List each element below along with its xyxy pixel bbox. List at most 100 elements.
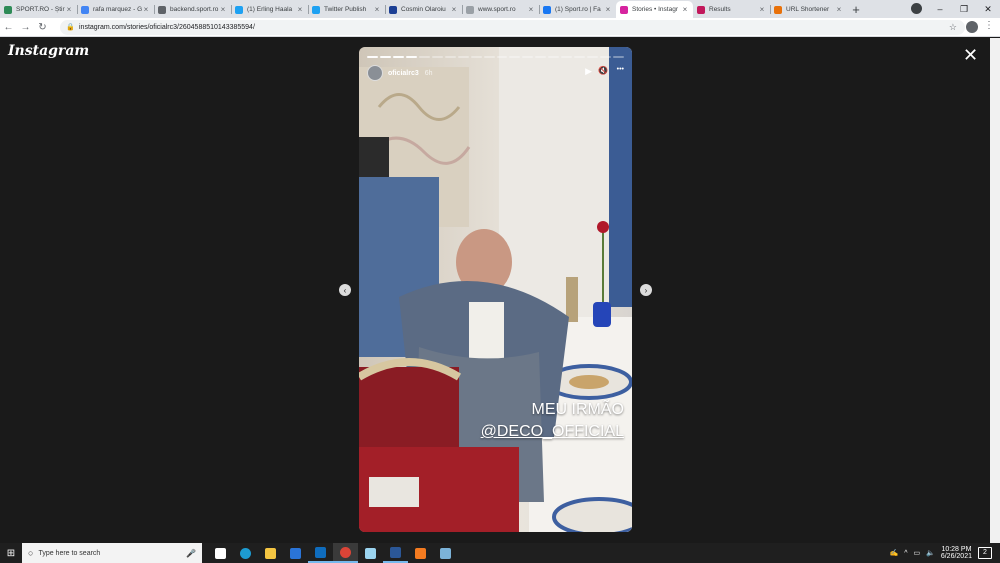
next-story-button[interactable]: › bbox=[640, 284, 652, 296]
tab-favicon-icon bbox=[774, 5, 782, 14]
url-text[interactable]: instagram.com/stories/oficialrc3/2604588… bbox=[79, 24, 255, 31]
tab-search-icon[interactable] bbox=[911, 3, 922, 14]
network-icon[interactable]: ▭ bbox=[914, 549, 921, 557]
story-username[interactable]: oficialrc3 bbox=[388, 70, 419, 77]
taskbar-task-view-icon[interactable] bbox=[208, 543, 233, 563]
tab-title: SPORT.RO - Știri bbox=[16, 6, 65, 13]
taskbar-edge-icon[interactable] bbox=[233, 543, 258, 563]
microphone-icon[interactable]: 🎤 bbox=[186, 549, 196, 558]
tab-favicon-icon bbox=[4, 5, 12, 14]
browser-tab[interactable]: SPORT.RO - Știri × bbox=[0, 1, 77, 18]
tab-close-icon[interactable]: × bbox=[527, 5, 535, 14]
mail-glyph bbox=[290, 547, 301, 559]
close-window-button[interactable]: ✕ bbox=[976, 4, 1000, 15]
task-view-glyph bbox=[215, 547, 226, 559]
tab-close-icon[interactable]: × bbox=[604, 5, 612, 14]
tab-close-icon[interactable]: × bbox=[835, 5, 843, 14]
page-scrollbar[interactable] bbox=[990, 38, 1000, 543]
tab-close-icon[interactable]: × bbox=[65, 5, 73, 14]
tab-close-icon[interactable]: × bbox=[758, 5, 766, 14]
more-options-icon[interactable]: ••• bbox=[617, 66, 624, 73]
outlook-glyph bbox=[315, 546, 326, 558]
story-caption-mention[interactable]: @DECO_OFFICIAL bbox=[481, 422, 624, 442]
taskbar-apps bbox=[208, 543, 458, 563]
taskbar-file-explorer-icon[interactable] bbox=[258, 543, 283, 563]
tab-title: (1) Sport.ro | Fa bbox=[555, 6, 601, 13]
tab-close-icon[interactable]: × bbox=[373, 5, 381, 14]
browser-tab[interactable]: Results × bbox=[693, 1, 770, 18]
tab-title: Results bbox=[709, 6, 731, 13]
volume-icon[interactable]: 🔈 bbox=[926, 549, 935, 557]
story-viewer[interactable]: oficialrc3 6h ▶ 🔇 ••• MEU IRMÃO @DECO_OF… bbox=[359, 47, 632, 532]
browser-tab[interactable]: rafa marquez - G × bbox=[77, 1, 154, 18]
browser-tab[interactable]: Cosmin Olaroiu × bbox=[385, 1, 462, 18]
tab-favicon-icon bbox=[620, 5, 628, 14]
mute-icon[interactable]: 🔇 bbox=[598, 66, 608, 75]
taskbar-outlook-icon[interactable] bbox=[308, 543, 333, 563]
taskbar-word-icon[interactable] bbox=[383, 543, 408, 563]
story-header: oficialrc3 6h ▶ 🔇 ••• bbox=[367, 65, 624, 81]
story-caption-line1: MEU IRMÃO bbox=[531, 401, 624, 418]
minimize-button[interactable]: – bbox=[928, 4, 952, 14]
instagram-logo[interactable]: Instagram bbox=[8, 43, 89, 59]
story-progress-segment bbox=[431, 56, 443, 58]
start-button[interactable]: ⊞ bbox=[0, 548, 22, 559]
reload-button[interactable]: ↻ bbox=[34, 22, 51, 33]
profile-avatar[interactable] bbox=[966, 21, 978, 33]
story-progress-segment bbox=[483, 56, 495, 58]
maximize-button[interactable]: ❐ bbox=[952, 4, 976, 15]
taskbar-notepad-icon[interactable] bbox=[358, 543, 383, 563]
tab-close-icon[interactable]: × bbox=[219, 5, 227, 14]
tab-close-icon[interactable]: × bbox=[142, 5, 150, 14]
story-progress-segment bbox=[561, 56, 573, 58]
instagram-stories-page: Instagram ✕ ‹ › oficialrc3 6h ▶ 🔇 ••• ME… bbox=[0, 38, 990, 543]
tab-favicon-icon bbox=[81, 5, 89, 14]
tray-chevron-icon[interactable]: ^ bbox=[904, 550, 907, 557]
browser-menu-icon[interactable]: ⋮ bbox=[984, 20, 994, 31]
browser-toolbar: ← → ↻ 🔒 instagram.com/stories/oficialrc3… bbox=[0, 18, 1000, 37]
taskbar-mail-icon[interactable] bbox=[283, 543, 308, 563]
address-bar[interactable]: 🔒 instagram.com/stories/oficialrc3/26045… bbox=[60, 20, 965, 35]
window-controls: – ❐ ✕ bbox=[928, 0, 1000, 18]
story-progress-segment bbox=[418, 56, 430, 58]
clock[interactable]: 10:28 PM 6/26/2021 bbox=[941, 546, 972, 560]
story-progress-bar bbox=[367, 56, 625, 58]
story-progress-segment bbox=[587, 56, 599, 58]
story-avatar[interactable] bbox=[367, 65, 383, 81]
forward-button[interactable]: → bbox=[17, 22, 34, 33]
play-icon[interactable]: ▶ bbox=[585, 66, 592, 77]
tab-close-icon[interactable]: × bbox=[681, 5, 689, 14]
tab-close-icon[interactable]: × bbox=[450, 5, 458, 14]
browser-tab[interactable]: URL Shortener × bbox=[770, 1, 847, 18]
browser-tab[interactable]: backend.sport.ro × bbox=[154, 1, 231, 18]
browser-tab[interactable]: (1) Erling Haala × bbox=[231, 1, 308, 18]
browser-tab[interactable]: Stories • Instagr × bbox=[616, 1, 693, 18]
browser-tab[interactable]: (1) Sport.ro | Fa × bbox=[539, 1, 616, 18]
taskbar-search-box[interactable]: ○ Type here to search 🎤 bbox=[22, 543, 202, 563]
back-button[interactable]: ← bbox=[0, 22, 17, 33]
tab-favicon-icon bbox=[158, 5, 166, 14]
taskbar-paint-icon[interactable] bbox=[433, 543, 458, 563]
previous-story-button[interactable]: ‹ bbox=[339, 284, 351, 296]
notification-center-icon[interactable]: 2 bbox=[978, 547, 992, 559]
browser-tab[interactable]: Twitter Publish × bbox=[308, 1, 385, 18]
browser-tab[interactable]: www.sport.ro × bbox=[462, 1, 539, 18]
taskbar-vlc-icon[interactable] bbox=[408, 543, 433, 563]
bookmark-star-icon[interactable]: ☆ bbox=[949, 22, 957, 33]
tab-strip: SPORT.RO - Știri × rafa marquez - G × backen… bbox=[0, 0, 1000, 18]
tab-close-icon[interactable]: × bbox=[296, 5, 304, 14]
story-progress-segment bbox=[600, 56, 612, 58]
file-explorer-glyph bbox=[265, 547, 276, 559]
close-story-button[interactable]: ✕ bbox=[963, 46, 978, 64]
taskbar-chrome-icon[interactable] bbox=[333, 543, 358, 563]
story-progress-segment bbox=[522, 56, 534, 58]
story-timestamp: 6h bbox=[424, 69, 433, 77]
story-progress-segment bbox=[574, 56, 586, 58]
story-progress-segment bbox=[405, 56, 417, 58]
pen-icon[interactable]: ✍ bbox=[889, 549, 898, 557]
new-tab-button[interactable]: + bbox=[847, 1, 865, 18]
tab-title: (1) Erling Haala bbox=[247, 6, 293, 13]
tab-favicon-icon bbox=[466, 5, 474, 14]
story-photo bbox=[359, 47, 632, 532]
chrome-glyph bbox=[340, 546, 351, 558]
